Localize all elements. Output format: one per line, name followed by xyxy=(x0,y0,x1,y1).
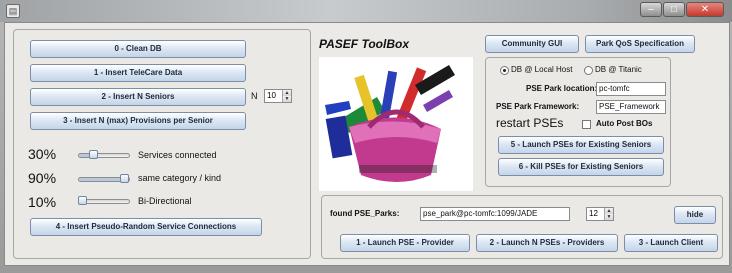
park-framework-field[interactable]: PSE_Framework xyxy=(596,100,666,114)
app-title: PASEF ToolBox xyxy=(319,37,409,51)
app-icon[interactable]: ▤ xyxy=(6,4,20,18)
hide-button[interactable]: hide xyxy=(674,206,716,224)
toolbox-illustration xyxy=(319,57,473,191)
maximize-button[interactable]: □ xyxy=(663,2,685,17)
pse-park-panel: DB @ Local Host DB @ Titanic PSE Park lo… xyxy=(485,57,671,187)
parks-count-value[interactable]: 12 xyxy=(589,208,598,220)
slider-fill xyxy=(79,178,124,181)
launch-pses-button[interactable]: 5 - Launch PSEs for Existing Seniors xyxy=(498,136,664,154)
db-localhost-label[interactable]: DB @ Local Host xyxy=(511,65,572,74)
park-framework-label: PSE Park Framework: xyxy=(496,102,580,111)
auto-post-bos-label[interactable]: Auto Post BOs xyxy=(596,119,652,128)
insert-n-seniors-button[interactable]: 2 - Insert N Seniors xyxy=(30,88,246,106)
spinner-down-icon[interactable]: ▼ xyxy=(605,214,613,220)
pse-parks-panel: found PSE_Parks: pse_park@pc-tomfc:1099/… xyxy=(321,195,723,259)
n-spinner[interactable]: 10 ▲ ▼ xyxy=(264,89,292,103)
parks-count-spinner[interactable]: 12 ▲ ▼ xyxy=(586,207,614,221)
services-connected-slider[interactable] xyxy=(78,153,130,158)
db-titanic-label[interactable]: DB @ Titanic xyxy=(595,65,642,74)
launch-n-pses-providers-button[interactable]: 2 - Launch N PSEs - Providers xyxy=(476,234,618,252)
park-location-field[interactable]: pc-tomfc xyxy=(596,82,666,96)
launch-client-button[interactable]: 3 - Launch Client xyxy=(624,234,718,252)
window-controls: – □ ✕ xyxy=(639,2,724,17)
spinner-arrows[interactable]: ▲ ▼ xyxy=(282,90,291,102)
minimize-button[interactable]: – xyxy=(640,2,662,17)
spinner-arrows[interactable]: ▲ ▼ xyxy=(604,208,613,220)
bi-directional-label: Bi-Directional xyxy=(138,196,192,206)
main-content: 0 - Clean DB 1 - Insert TeleCare Data 2 … xyxy=(4,22,730,266)
insert-service-connections-button[interactable]: 4 - Insert Pseudo-Random Service Connect… xyxy=(30,218,262,236)
clean-db-button[interactable]: 0 - Clean DB xyxy=(30,40,246,58)
slider-thumb[interactable] xyxy=(78,196,88,205)
database-panel: 0 - Clean DB 1 - Insert TeleCare Data 2 … xyxy=(13,29,311,259)
found-pse-parks-field[interactable]: pse_park@pc-tomfc:1099/JADE xyxy=(420,207,570,221)
n-value[interactable]: 10 xyxy=(267,90,276,102)
services-connected-label: Services connected xyxy=(138,150,217,160)
same-category-percent: 90% xyxy=(28,170,57,186)
close-button[interactable]: ✕ xyxy=(686,2,724,17)
slider-thumb[interactable] xyxy=(119,174,129,183)
auto-post-bos-checkbox[interactable] xyxy=(582,120,591,129)
community-gui-button[interactable]: Community GUI xyxy=(485,35,579,53)
found-pse-parks-label: found PSE_Parks: xyxy=(330,209,400,218)
slider-thumb[interactable] xyxy=(88,150,98,159)
spinner-down-icon[interactable]: ▼ xyxy=(283,96,291,102)
restart-pses-label: restart PSEs xyxy=(496,116,564,130)
same-category-label: same category / kind xyxy=(138,173,222,183)
n-label: N xyxy=(251,91,258,101)
db-localhost-radio[interactable] xyxy=(500,66,509,75)
park-location-label: PSE Park location: xyxy=(526,84,598,93)
launch-pse-provider-button[interactable]: 1 - Launch PSE - Provider xyxy=(340,234,470,252)
insert-telecare-data-button[interactable]: 1 - Insert TeleCare Data xyxy=(30,64,246,82)
title-bar: ▤ – □ ✕ xyxy=(0,0,732,22)
db-titanic-radio[interactable] xyxy=(584,66,593,75)
insert-provisions-button[interactable]: 3 - Insert N (max) Provisions per Senior xyxy=(30,112,246,130)
kill-pses-button[interactable]: 6 - Kill PSEs for Existing Seniors xyxy=(498,158,664,176)
park-qos-specification-button[interactable]: Park QoS Specification xyxy=(585,35,695,53)
services-connected-percent: 30% xyxy=(28,146,57,162)
bi-directional-percent: 10% xyxy=(28,194,57,210)
application-window: ▤ – □ ✕ 0 - Clean DB 1 - Insert TeleCare… xyxy=(0,0,732,273)
